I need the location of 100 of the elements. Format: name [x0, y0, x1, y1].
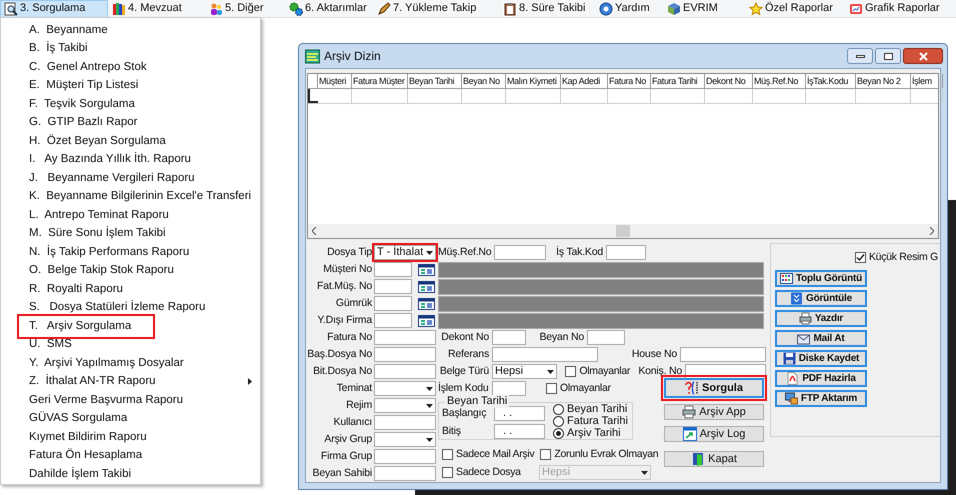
column-header[interactable]: İşlem — [911, 74, 943, 88]
checkbox[interactable]: Olmayanlar — [565, 364, 630, 380]
side-button[interactable]: Toplu Görüntü — [775, 270, 867, 287]
text-field[interactable] — [374, 347, 436, 362]
checkbox[interactable]: Sadece Mail Arşiv — [442, 446, 534, 462]
menu-item[interactable]: 5. Diğer — [205, 0, 285, 18]
menu-entry[interactable]: N. İş Takip Performans Raporu — [1, 243, 260, 262]
action-button[interactable]: Arşiv App — [661, 401, 767, 423]
column-header[interactable]: Fatura No — [608, 74, 651, 88]
radio-option[interactable]: Arşiv Tarihi — [553, 427, 628, 439]
action-button[interactable]: Sorgula — [661, 375, 767, 401]
column-header[interactable]: Beyan No 2 — [856, 74, 911, 88]
menu-entry[interactable]: M. Süre Sonu İşlem Takibi — [1, 224, 260, 243]
scroll-thumb[interactable] — [616, 225, 630, 237]
side-button[interactable]: Yazdır — [775, 310, 867, 327]
menu-entry[interactable]: J. Beyanname Vergileri Raporu — [1, 169, 260, 188]
text-field[interactable] — [492, 347, 598, 362]
column-header[interactable]: Dekont No — [705, 74, 753, 88]
menu-entry[interactable]: Dahilde İşlem Takibi — [1, 465, 260, 484]
text-field[interactable] — [494, 245, 546, 260]
text-field[interactable] — [374, 279, 412, 294]
maximize-button[interactable] — [875, 48, 901, 64]
menu-entry[interactable]: Geri Verme Başvurma Raporu — [1, 391, 260, 410]
column-header[interactable]: Malın Kiymeti — [506, 74, 561, 88]
menu-item[interactable]: 8. Süre Takibi — [499, 0, 595, 18]
checkbox[interactable]: Olmayanlar — [546, 380, 611, 396]
menu-entry[interactable]: B. İş Takibi — [1, 40, 260, 58]
menu-entry[interactable]: L. Antrepo Teminat Raporu — [1, 206, 260, 224]
column-header[interactable]: Müş.Ref.No — [753, 74, 806, 88]
column-header[interactable]: Beyan Tarihi — [408, 74, 462, 88]
menu-entry[interactable]: Y. Arşivi Yapılmamış Dosyalar — [1, 354, 260, 372]
menu-entry[interactable]: U. SMS — [1, 336, 260, 354]
menu-entry[interactable]: S. Dosya Statüleri İzleme Raporu — [1, 298, 260, 317]
menu-entry[interactable]: G. GTIP Bazlı Rapor — [1, 114, 260, 132]
lookup-icon[interactable] — [418, 280, 435, 292]
column-header[interactable]: Kap Adedi — [561, 74, 608, 88]
menu-entry[interactable]: A. Beyanname — [1, 21, 260, 40]
checkbox[interactable]: Sadece Dosya — [442, 464, 539, 480]
text-field[interactable] — [374, 313, 412, 328]
menu-entry[interactable]: F. Teşvik Sorgulama — [1, 95, 260, 114]
menu-entry[interactable]: Fatura Ön Hesaplama — [1, 446, 260, 465]
minimize-button[interactable] — [847, 48, 873, 64]
menu-item[interactable]: Özel Raporlar — [745, 0, 845, 18]
side-button[interactable]: FTP Aktarım — [775, 390, 867, 407]
menu-item[interactable]: Grafik Raporlar — [845, 0, 945, 18]
scroll-left-icon[interactable] — [312, 227, 317, 235]
text-field[interactable]: . . — [494, 424, 545, 439]
scroll-right-icon[interactable] — [929, 227, 934, 235]
column-header[interactable]: Müşteri — [318, 74, 352, 88]
text-field[interactable] — [374, 330, 436, 345]
text-field[interactable] — [606, 245, 646, 260]
select-field[interactable]: Hepsi — [492, 364, 558, 379]
menu-entry[interactable]: E. Müşteri Tip Listesi — [1, 76, 260, 95]
menu-entry[interactable]: Z. İthalat AN-TR Raporu — [1, 372, 260, 391]
text-field[interactable] — [374, 466, 436, 481]
menu-entry[interactable]: K. Beyanname Bilgilerinin Excel'e Transferi — [1, 188, 260, 206]
action-button[interactable]: Arşiv Log — [661, 423, 767, 445]
menu-item[interactable]: 7. Yükleme Takip — [373, 0, 499, 18]
select-field[interactable]: T - İthalat — [374, 245, 436, 260]
horizontal-scrollbar[interactable] — [308, 224, 938, 238]
menu-item[interactable]: EVRIM — [663, 0, 745, 18]
menu-entry[interactable]: Kıymet Bildirim Raporu — [1, 428, 260, 446]
select-field[interactable] — [374, 381, 436, 396]
menu-entry[interactable]: I. Ay Bazında Yıllık İth. Raporu — [1, 150, 260, 169]
select-field[interactable] — [374, 432, 436, 447]
checkbox[interactable]: Zorunlu Evrak Olmayan — [540, 446, 658, 462]
column-header[interactable]: İşTak.Kodu — [806, 74, 856, 88]
menu-item[interactable]: 6. Aktarımlar — [285, 0, 373, 18]
checkbox[interactable]: Küçük Resim G — [854, 250, 938, 266]
column-header[interactable]: Beyan No — [462, 74, 506, 88]
column-header[interactable]: Fatura Tarihi — [651, 74, 705, 88]
text-field[interactable] — [374, 415, 436, 430]
side-button[interactable]: PDF Hazirla — [775, 370, 867, 387]
radio-option[interactable]: Fatura Tarihi — [553, 415, 628, 427]
column-header[interactable]: Fatura Müşter — [352, 74, 408, 88]
text-field[interactable] — [492, 381, 526, 396]
side-button[interactable]: Diske Kaydet — [775, 350, 867, 367]
lookup-icon[interactable] — [418, 264, 435, 276]
menu-entry[interactable]: H. Özet Beyan Sorgulama — [1, 132, 260, 150]
text-field[interactable] — [587, 330, 625, 345]
menu-item[interactable]: Yardım — [595, 0, 663, 18]
menu-item[interactable]: 4. Mevzuat — [108, 0, 205, 18]
action-button[interactable]: Kapat — [661, 448, 767, 470]
side-button[interactable]: Görüntüle — [775, 290, 867, 307]
menu-entry[interactable]: R. Royalti Raporu — [1, 280, 260, 298]
text-field[interactable] — [374, 449, 436, 464]
radio-option[interactable]: Beyan Tarihi — [553, 403, 628, 415]
menu-entry[interactable]: O. Belge Takip Stok Raporu — [1, 262, 260, 280]
select-field[interactable] — [374, 398, 436, 413]
side-button[interactable]: Mail At — [775, 330, 867, 347]
text-field[interactable] — [374, 296, 412, 311]
text-field[interactable] — [492, 330, 526, 345]
text-field[interactable] — [374, 364, 436, 379]
text-field[interactable] — [680, 347, 766, 362]
lookup-icon[interactable] — [418, 298, 435, 310]
menu-entry[interactable]: C. Genel Antrepo Stok — [1, 58, 260, 76]
lookup-icon[interactable] — [418, 314, 435, 326]
text-field[interactable] — [374, 262, 412, 277]
menu-entry[interactable]: GÜVAS Sorgulama — [1, 410, 260, 428]
text-field[interactable]: . . — [494, 406, 545, 422]
